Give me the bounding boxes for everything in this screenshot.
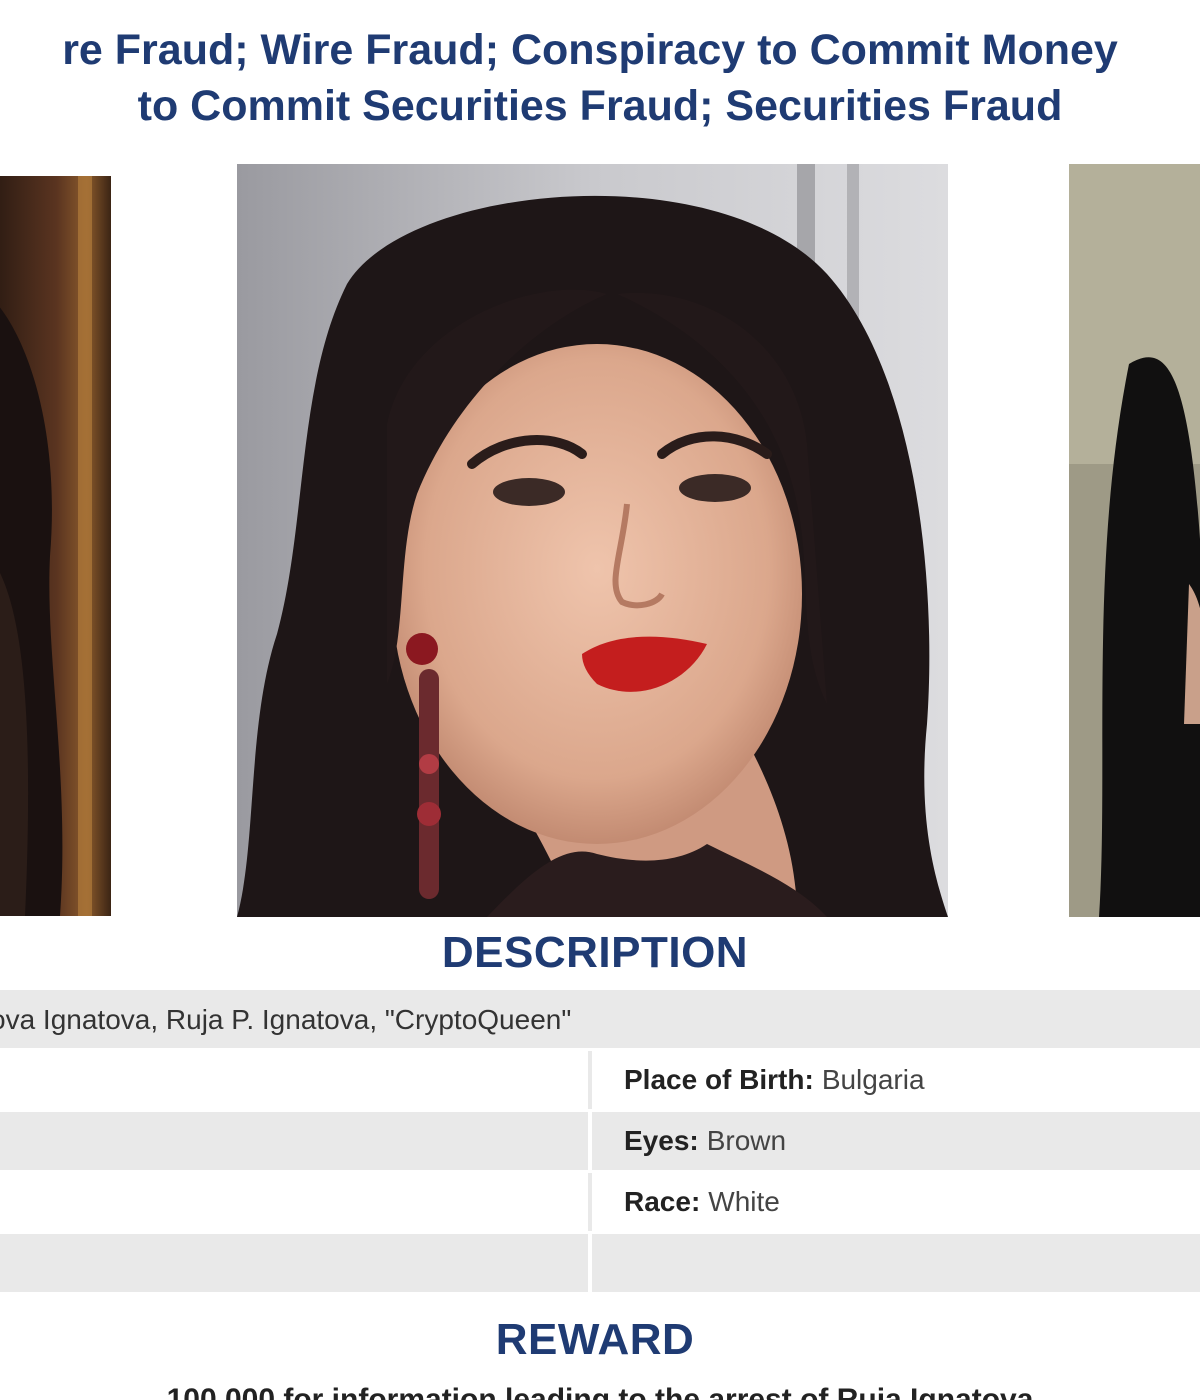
description-cell-right: Eyes: Brown xyxy=(624,1112,786,1170)
photo-left xyxy=(0,176,111,916)
description-cell-right: Race: White xyxy=(624,1173,780,1231)
field-label: Race: xyxy=(624,1186,701,1217)
charges-title: re Fraud; Wire Fraud; Conspiracy to Comm… xyxy=(0,22,1200,134)
reward-heading: REWARD xyxy=(495,1315,695,1364)
description-heading: DESCRIPTION xyxy=(441,928,749,977)
field-value: Brown xyxy=(706,1125,787,1156)
description-row-empty xyxy=(0,1234,1200,1292)
description-cell-right: Place of Birth: Bulgaria xyxy=(624,1051,925,1109)
photo-main xyxy=(237,164,948,917)
photo-right xyxy=(1069,164,1200,917)
description-row-place-of-birth: Place of Birth: Bulgaria xyxy=(0,1051,1200,1109)
description-cell-left xyxy=(0,1173,592,1231)
charges-line-1: re Fraud; Wire Fraud; Conspiracy to Comm… xyxy=(62,26,1118,74)
aliases-row: ova Ignatova, Ruja P. Ignatova, "CryptoQ… xyxy=(0,990,1200,1048)
field-label: Place of Birth: xyxy=(624,1064,814,1095)
field-label: Eyes: xyxy=(624,1125,699,1156)
aliases-text: ova Ignatova, Ruja P. Ignatova, "CryptoQ… xyxy=(0,1004,572,1035)
description-cell-left xyxy=(0,1112,592,1170)
description-row-eyes: Eyes: Brown xyxy=(0,1112,1200,1170)
field-value: Bulgaria xyxy=(821,1064,925,1095)
description-cell-left xyxy=(0,1234,592,1292)
charges-line-2: to Commit Securities Fraud; Securities F… xyxy=(137,82,1063,130)
field-value: White xyxy=(708,1186,780,1217)
description-cell-left xyxy=(0,1051,592,1109)
description-row-race: Race: White xyxy=(0,1173,1200,1231)
reward-text: 100,000 for information leading to the a… xyxy=(166,1383,1034,1400)
